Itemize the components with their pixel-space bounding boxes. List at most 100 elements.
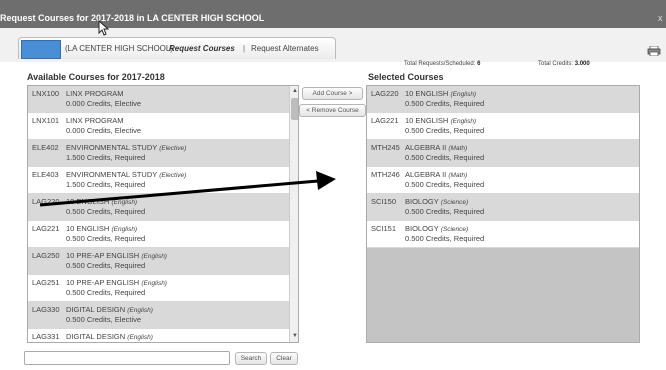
search-input[interactable] [24,351,230,365]
course-name: BIOLOGY (Science) [405,197,468,206]
course-title: 10 PRE-AP ENGLISH [66,251,140,260]
course-name: 10 PRE-AP ENGLISH (English) [66,251,167,260]
window-title: Request Courses for 2017-2018 in LA CENT… [0,13,265,23]
tab-request-alternates[interactable]: Request Alternates [251,44,319,53]
course-subject: (English) [127,334,153,341]
course-row[interactable]: LAG250 10 PRE-AP ENGLISH (English) 0.500 C… [28,248,289,275]
course-subject: (English) [111,199,138,206]
total-requests: Total Requests/Scheduled: 6 [404,61,480,67]
course-subject: (Elective) [159,145,187,152]
tab-request-courses[interactable]: (LA CENTER HIGH SCHOOL) Request Courses … [18,37,336,59]
course-code: LAG250 [32,251,60,260]
course-row[interactable]: SCI150 BIOLOGY (Science) 0.500 Credits, Re… [367,194,639,221]
search-button[interactable]: Search [235,352,267,365]
course-row[interactable]: LAG330 DIGITAL DESIGN (English) 0.500 Cred… [28,302,289,329]
course-credits: 0.500 Credits, Required [405,126,485,135]
course-code: SCI151 [371,224,397,233]
course-subject: (English) [450,118,477,125]
course-code: LAG251 [32,278,60,287]
close-icon[interactable]: x [658,13,666,23]
course-title: 10 ENGLISH [405,89,449,98]
course-name: 10 ENGLISH (English) [405,116,476,125]
course-row[interactable]: MTH245 ALGEBRA II (Math) 0.500 Credits, Re… [367,140,639,167]
course-subject: (English) [127,307,153,314]
course-title: DIGITAL DESIGN [66,332,126,341]
available-courses-heading: Available Courses for 2017-2018 [27,72,165,82]
available-scrollbar[interactable]: ▲ ▼ [289,86,298,342]
course-code: LAG331 [32,332,60,341]
course-row[interactable]: ELE402 ENVIRONMENTAL STUDY (Elective) 1.50… [28,140,289,167]
course-row[interactable]: LNX101 LINX PROGRAM 0.000 Credits, Electi… [28,113,289,140]
course-name: DIGITAL DESIGN (English) [66,332,153,341]
course-name: ALGEBRA II (Math) [405,143,467,152]
course-credits: 0.000 Credits, Elective [66,126,142,135]
course-code: MTH246 [371,170,400,179]
course-subject: (English) [141,280,167,287]
course-name: ALGEBRA II (Math) [405,170,467,179]
total-credits: Total Credits: 3.000 [538,61,590,67]
course-row[interactable]: LAG220 10 ENGLISH (English) 0.500 Credits,… [28,194,289,221]
course-subject: (English) [450,91,477,98]
scroll-down-icon[interactable]: ▼ [291,332,298,340]
remove-course-button[interactable]: < Remove Course [299,104,366,117]
total-requests-label: Total Requests/Scheduled: [404,61,476,67]
course-name: BIOLOGY (Science) [405,224,468,233]
course-name: 10 ENGLISH (English) [66,224,137,233]
clear-button[interactable]: Clear [270,352,298,365]
course-title: BIOLOGY [405,197,439,206]
course-title: 10 ENGLISH [405,116,449,125]
course-credits: 0.500 Credits, Required [66,207,146,216]
add-course-button[interactable]: Add Course > [302,87,363,100]
course-credits: 1.500 Credits, Required [66,180,146,189]
course-name: 10 PRE-AP ENGLISH (English) [66,278,167,287]
tab-school-name: (LA CENTER HIGH SCHOOL) [65,44,174,53]
course-credits: 0.500 Credits, Required [405,234,485,243]
course-title: LINX PROGRAM [66,116,124,125]
course-code: LAG221 [32,224,60,233]
student-highlight [21,40,61,59]
course-row[interactable]: LAG251 10 PRE-AP ENGLISH (English) 0.500 C… [28,275,289,302]
course-credits: 0.500 Credits, Elective [66,315,142,324]
selected-courses-list[interactable]: LAG220 10 ENGLISH (English) 0.500 Credits,… [366,85,640,343]
mouse-cursor-icon [98,20,110,36]
total-requests-value: 6 [477,61,481,67]
course-row[interactable]: SCI151 BIOLOGY (Science) 0.500 Credits, Re… [367,221,639,248]
course-row[interactable]: LNX100 LINX PROGRAM 0.000 Credits, Electi… [28,86,289,113]
course-title: 10 PRE-AP ENGLISH [66,278,140,287]
course-name: 10 ENGLISH (English) [66,197,137,206]
course-subject: (English) [111,226,138,233]
course-credits: 0.500 Credits, Required [405,153,485,162]
course-title: ALGEBRA II [405,170,447,179]
course-code: LAG221 [371,116,399,125]
course-row[interactable]: LAG221 10 ENGLISH (English) 0.500 Credits,… [367,113,639,140]
scroll-up-icon[interactable]: ▲ [291,87,298,95]
course-name: ENVIRONMENTAL STUDY (Elective) [66,170,186,179]
course-title: BIOLOGY [405,224,439,233]
total-credits-value: 3.000 [574,61,590,67]
course-name: DIGITAL DESIGN (English) [66,305,153,314]
course-title: ALGEBRA II [405,143,447,152]
course-code: ELE402 [32,143,59,152]
printer-icon[interactable] [647,46,661,56]
course-row[interactable]: LAG220 10 ENGLISH (English) 0.500 Credits,… [367,86,639,113]
course-credits: 0.500 Credits, Required [66,261,146,270]
available-courses-list[interactable]: ▲ ▼ LNX100 LINX PROGRAM 0.000 Credits, El… [27,85,299,343]
course-row[interactable]: MTH246 ALGEBRA II (Math) 0.500 Credits, Re… [367,167,639,194]
course-credits: 0.500 Credits, Required [405,180,485,189]
course-row[interactable]: LAG221 10 ENGLISH (English) 0.500 Credits,… [28,221,289,248]
scroll-thumb[interactable] [291,98,298,120]
course-subject: (Math) [448,172,468,179]
course-credits: 1.500 Credits, Required [66,153,146,162]
course-code: LAG220 [371,89,399,98]
course-row[interactable]: ELE403 ENVIRONMENTAL STUDY (Elective) 1.50… [28,167,289,194]
course-code: MTH245 [371,143,400,152]
course-code: LAG330 [32,305,60,314]
course-title: 10 ENGLISH [66,197,110,206]
course-code: LAG220 [32,197,60,206]
tab-request-courses-label[interactable]: Request Courses [169,44,235,53]
course-subject: (Math) [448,145,468,152]
course-credits: 0.500 Credits, Required [66,234,146,243]
course-row[interactable]: LAG331 DIGITAL DESIGN (English) [28,329,289,342]
selected-courses-heading: Selected Courses [368,72,444,82]
course-credits: 0.000 Credits, Elective [66,99,142,108]
